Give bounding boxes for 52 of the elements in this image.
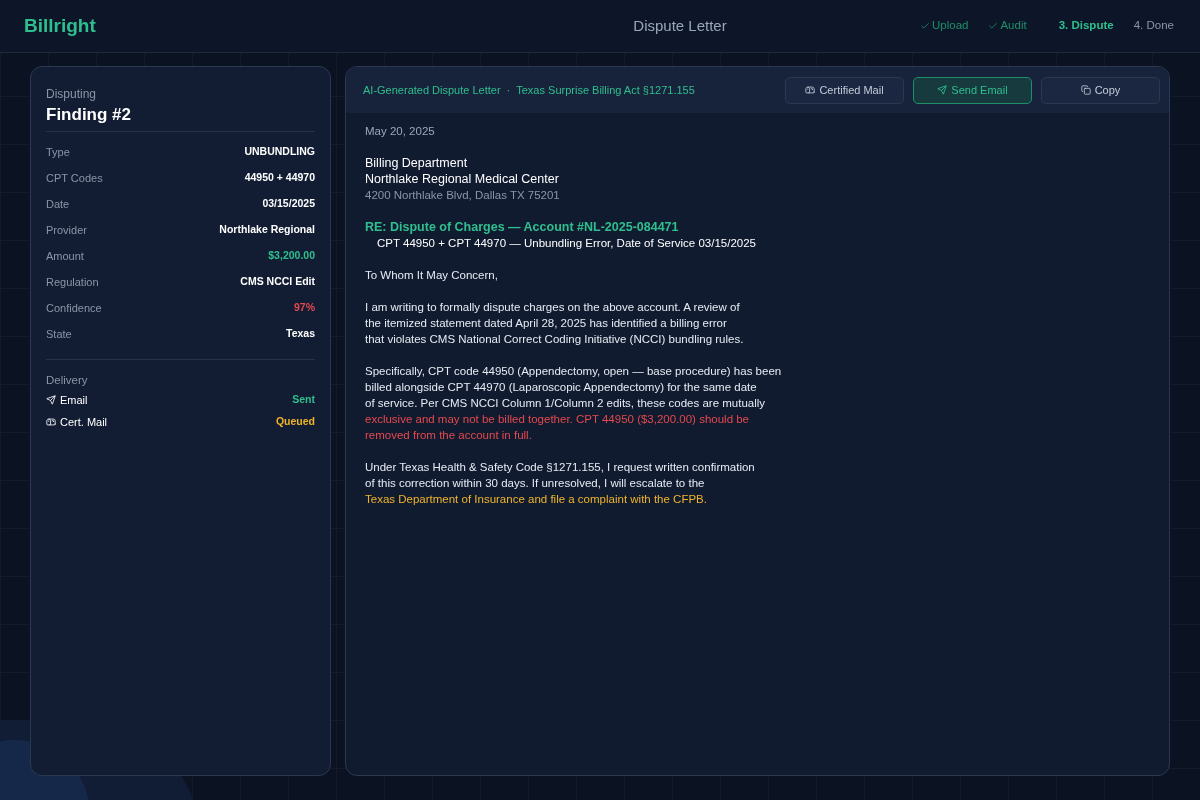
- step-item[interactable]: Upload: [920, 17, 969, 35]
- send-icon: [46, 395, 56, 406]
- letter-date: May 20, 2025: [365, 124, 436, 139]
- field-value: Northlake Regional: [219, 222, 315, 238]
- field-value: 03/15/2025: [262, 196, 315, 212]
- separator-dot: ·: [506, 82, 511, 98]
- field-label: Regulation: [46, 274, 99, 290]
- check-icon: [920, 21, 930, 31]
- mailbox-icon: [805, 85, 816, 95]
- salutation: To Whom It May Concern,: [365, 268, 499, 283]
- logo: Billright: [24, 13, 97, 38]
- delivery-label: Cert. Mail: [60, 415, 108, 430]
- field-label: Date: [46, 196, 70, 212]
- field-value: Texas: [286, 326, 315, 342]
- letter-paragraph: I am writing to formally dispute charges on the above account. A review of the itemized statement dated April 28, 2025 has identified a billing error that violates CMS National Correct Coding Initiative (NCCI) bundling rules.: [365, 300, 744, 347]
- recipient-line: Billing Department: [365, 155, 469, 171]
- letter-subject: RE: Dispute of Charges — Account #NL-2025-084471: [365, 219, 680, 235]
- recipient-address: 4200 Northlake Blvd, Dallas TX 75201: [365, 188, 561, 203]
- toolbar-button[interactable]: Send Email: [913, 76, 1032, 104]
- field-label: Confidence: [46, 300, 102, 316]
- delivery-status: Queued: [275, 414, 315, 430]
- field-value: 97%: [294, 300, 315, 316]
- eyebrow-label: Disputing: [46, 86, 98, 103]
- recipient-line: Northlake Regional Medical Center: [365, 171, 560, 187]
- toolbar-button[interactable]: Certified Mail: [785, 76, 904, 104]
- field-label: CPT Codes: [46, 170, 103, 186]
- page-title: Dispute Letter: [632, 15, 728, 36]
- field-value: $3,200.00: [268, 248, 315, 264]
- regulation-label: Texas Surprise Billing Act §1271.155: [516, 82, 696, 98]
- letter-paragraph: Specifically, CPT code 44950 (Appendectomy, open — base procedure) has been billed alongside CPT 44970 (Laparoscopic Appendectomy) for the same date of service. Per CMS NCCI Column 1/Column 2 edits, these codes are mutually exclusive and may not be billed together. CPT 44950 ($3,200.00) should be removed from the account in full.: [365, 364, 782, 443]
- toolbar-button[interactable]: Copy: [1041, 76, 1160, 104]
- delivery-status: Sent: [292, 392, 315, 408]
- step-item[interactable]: 3. Dispute: [1058, 17, 1114, 35]
- field-label: State: [46, 326, 72, 342]
- step-item[interactable]: 4. Done: [1133, 17, 1174, 35]
- field-value: CMS NCCI Edit: [240, 274, 315, 290]
- field-value: UNBUNDLING: [244, 144, 315, 160]
- letter-header: AI-Generated Dispute Letter: [363, 82, 501, 98]
- finding-title: Finding #2: [46, 103, 315, 132]
- field-label: Type: [46, 144, 70, 160]
- send-icon: [937, 85, 948, 95]
- check-icon: [988, 21, 999, 31]
- delivery-label: Email: [60, 393, 88, 408]
- field-value: 44950 + 44970: [244, 170, 315, 186]
- copy-icon: [1080, 85, 1091, 95]
- delivery-heading: Delivery: [46, 373, 89, 388]
- mailbox-icon: [46, 417, 56, 428]
- field-label: Provider: [46, 222, 87, 238]
- subject-detail: CPT 44950 + CPT 44970 — Unbundling Error, Date of Service 03/15/2025: [376, 236, 757, 251]
- letter-paragraph: Under Texas Health & Safety Code §1271.155, I request written confirmation of this correction within 30 days. If unresolved, I will escalate to the Texas Department of Insurance and file a complaint with the CFPB.: [365, 460, 755, 507]
- field-label: Amount: [46, 248, 84, 264]
- step-item[interactable]: Audit: [988, 17, 1027, 35]
